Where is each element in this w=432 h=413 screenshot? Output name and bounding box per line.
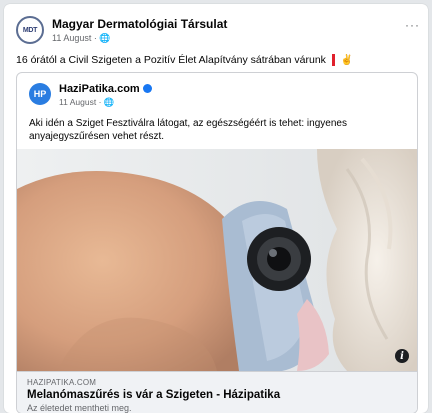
post-header: MDT Magyar Dermatológiai Társulat 11 Aug… bbox=[16, 16, 420, 46]
link-title[interactable]: Melanómaszűrés is vár a Szigeten - Házip… bbox=[27, 389, 280, 401]
shared-author-label[interactable]: HaziPatika.com bbox=[59, 83, 140, 95]
post-text-content: 16 órától a Civil Szigeten a Pozitív Éle… bbox=[16, 54, 326, 66]
info-icon[interactable]: i bbox=[395, 349, 409, 363]
article-image[interactable]: i bbox=[17, 149, 417, 371]
link-description: Az életedet mentheti meg. bbox=[27, 403, 132, 413]
shared-post-date[interactable]: 11 August bbox=[59, 97, 96, 107]
dermatoscope-exam-illustration bbox=[17, 149, 417, 371]
post-text: 16 órától a Civil Szigeten a Pozitív Éle… bbox=[16, 54, 354, 67]
victory-hand-icon: ✌ bbox=[340, 55, 354, 66]
shared-author-avatar[interactable]: HP bbox=[29, 83, 51, 105]
globe-icon: 🌐 bbox=[99, 33, 111, 43]
globe-icon: 🌐 bbox=[103, 97, 115, 107]
shared-author-name[interactable]: HaziPatika.com bbox=[59, 83, 152, 95]
pin-icon bbox=[331, 54, 335, 67]
shared-post-meta: 11 August · 🌐 bbox=[59, 97, 114, 108]
post-date[interactable]: 11 August bbox=[52, 33, 91, 43]
post-meta: 11 August · 🌐 bbox=[52, 33, 111, 44]
link-domain: HAZIPATIKA.COM bbox=[27, 378, 97, 387]
more-options-icon[interactable]: ··· bbox=[405, 18, 420, 32]
link-preview[interactable]: HAZIPATIKA.COM Melanómaszűrés is vár a S… bbox=[17, 371, 417, 413]
verified-badge-icon bbox=[142, 83, 152, 93]
author-avatar[interactable]: MDT bbox=[16, 16, 44, 44]
facebook-post: MDT Magyar Dermatológiai Társulat 11 Aug… bbox=[4, 4, 428, 413]
shared-post-text: Aki idén a Sziget Fesztiválra látogat, a… bbox=[29, 118, 347, 142]
author-name[interactable]: Magyar Dermatológiai Társulat bbox=[52, 17, 227, 31]
shared-post[interactable]: HP HaziPatika.com 11 August · 🌐 Aki idén… bbox=[16, 72, 418, 413]
